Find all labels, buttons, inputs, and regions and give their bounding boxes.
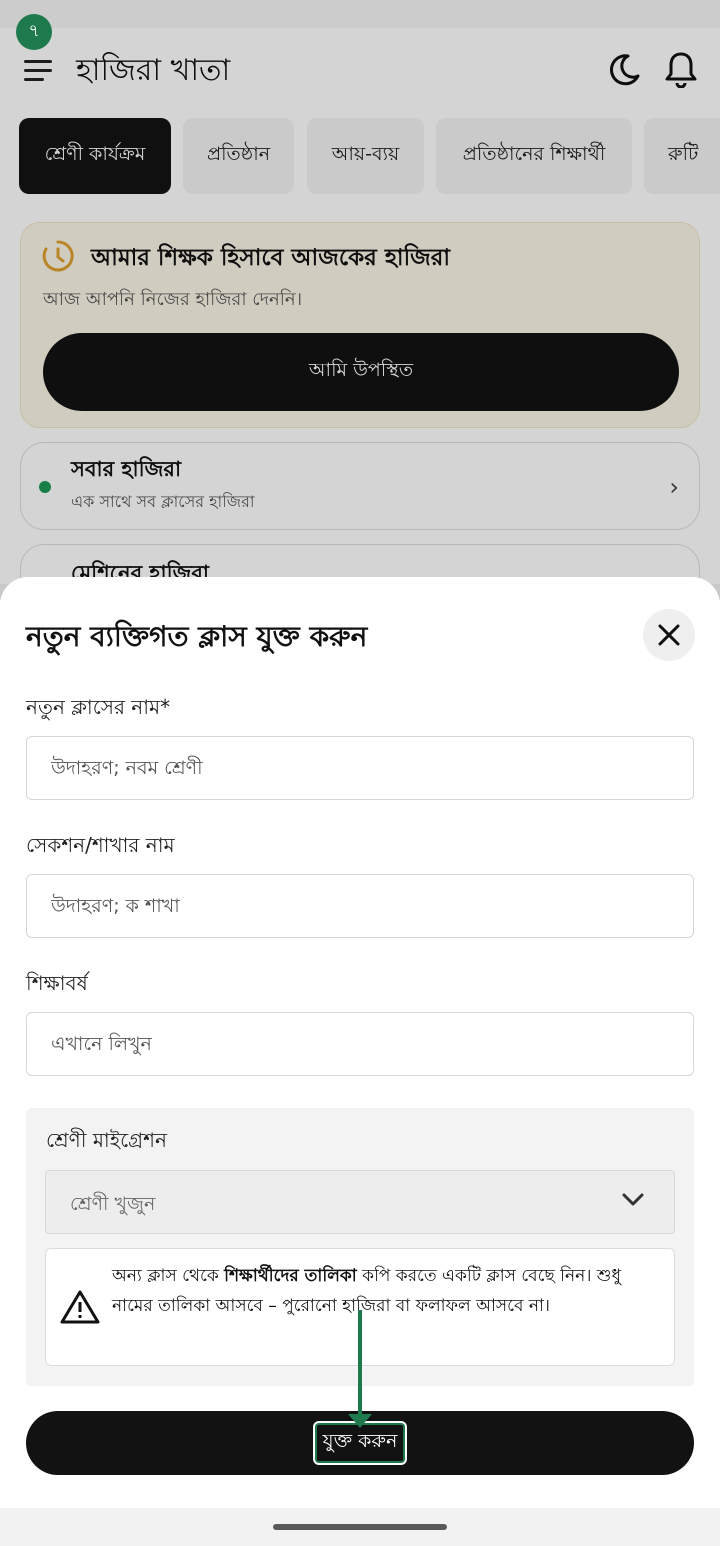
system-nav-bar	[0, 1508, 720, 1546]
section-label: সেকশন/শাখার নাম	[26, 833, 175, 857]
close-button[interactable]	[643, 609, 695, 661]
close-icon	[658, 624, 680, 646]
warning-text-bold: শিক্ষার্থীদের তালিকা	[224, 1266, 357, 1286]
warning-icon	[60, 1290, 100, 1324]
academic-year-label: শিক্ষাবর্ষ	[26, 971, 88, 995]
chevron-down-icon	[622, 1193, 644, 1206]
annotation-arrow-head	[348, 1414, 372, 1428]
annotation-arrow-line	[358, 1310, 362, 1418]
class-name-label: নতুন ক্লাসের নাম*	[26, 695, 171, 719]
warning-text: অন্য ক্লাস থেকে শিক্ষার্থীদের তালিকা কপি…	[112, 1261, 660, 1321]
academic-year-input[interactable]	[26, 1012, 694, 1076]
warning-text-start: অন্য ক্লাস থেকে	[112, 1266, 225, 1286]
class-search-select[interactable]: শ্রেণী খুজুন	[45, 1170, 675, 1234]
notification-count-badge: ৭	[16, 14, 52, 50]
submit-button-label: যুক্ত করুন	[312, 1421, 408, 1465]
home-indicator[interactable]	[273, 1524, 447, 1530]
migration-label: শ্রেণী মাইগ্রেশন	[46, 1128, 167, 1152]
class-name-input[interactable]	[26, 736, 694, 800]
select-placeholder: শ্রেণী খুজুন	[70, 1193, 156, 1215]
sheet-title: নতুন ব্যক্তিগত ক্লাস যুক্ত করুন	[26, 620, 368, 653]
section-input[interactable]	[26, 874, 694, 938]
modal-scrim[interactable]	[0, 0, 720, 600]
